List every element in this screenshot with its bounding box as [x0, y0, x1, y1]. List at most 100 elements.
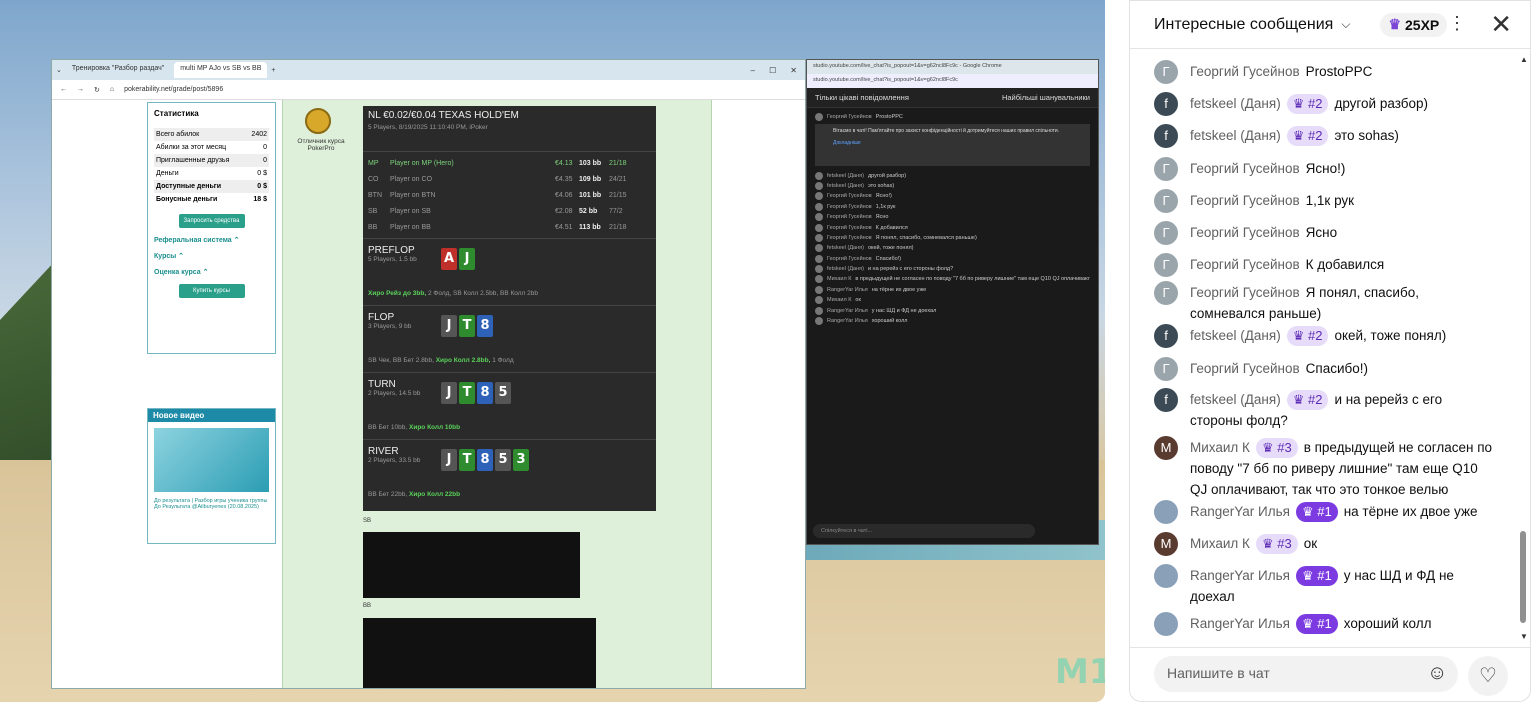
member-rank-badge: ♛ #1: [1295, 614, 1338, 634]
crown-icon: ♛: [1301, 616, 1318, 631]
author-name[interactable]: fetskeel (Даня): [1190, 392, 1281, 407]
author-name[interactable]: Георгий Гусейнов: [1190, 64, 1300, 79]
avatar[interactable]: f: [1154, 92, 1178, 116]
emoji-icon[interactable]: ☺: [1427, 662, 1447, 685]
action-text: BB Бет 10bb,: [368, 424, 409, 431]
stats-row: Деньги 0 $: [156, 170, 267, 177]
avatar[interactable]: M: [1154, 532, 1178, 556]
author-name[interactable]: Георгий Гусейнов: [1190, 361, 1300, 376]
url-field[interactable]: pokerability.net/grade/post/5896: [124, 86, 223, 93]
author-name[interactable]: Михаил К: [1190, 440, 1250, 455]
referral-link[interactable]: Реферальная система ⌃: [154, 236, 269, 244]
avatar[interactable]: M: [1154, 436, 1178, 460]
popout-notice: Вітаємо в чаті! Пам'ятайте про захист ко…: [815, 124, 1090, 167]
avatar[interactable]: Г: [1154, 60, 1178, 84]
message-body: Георгий Гусейнов 1,1к рук: [1190, 190, 1354, 213]
popout-text: хороший колл: [871, 318, 908, 325]
board-cards: AJ: [441, 248, 475, 270]
request-funds-button[interactable]: Запросить средства: [178, 214, 245, 228]
author-name[interactable]: fetskeel (Даня): [1190, 96, 1281, 111]
avatar[interactable]: Г: [1154, 157, 1178, 181]
author-name[interactable]: fetskeel (Даня): [1190, 128, 1281, 143]
avatar[interactable]: Г: [1154, 221, 1178, 245]
avatar[interactable]: f: [1154, 124, 1178, 148]
scroll-up-icon[interactable]: ▲: [1520, 55, 1528, 64]
popout-text: К добавился: [875, 224, 908, 231]
player-stack: €4.51: [555, 223, 573, 231]
popout-chat-input[interactable]: Спілкуйтеся в чаті...: [813, 524, 1035, 538]
author-name[interactable]: Георгий Гусейнов: [1190, 225, 1300, 240]
chat-input[interactable]: Напишите в чат: [1154, 656, 1458, 692]
avatar[interactable]: Г: [1154, 281, 1178, 305]
author-name[interactable]: Михаил К: [1190, 536, 1250, 551]
close-icon[interactable]: ✕: [1490, 9, 1512, 40]
forward-icon[interactable]: →: [77, 86, 84, 93]
chevron-down-icon[interactable]: ⌵: [1341, 17, 1350, 32]
player-ratio: 21/18: [609, 159, 627, 167]
author-name[interactable]: RangerYar Илья: [1190, 616, 1290, 631]
author-name[interactable]: Георгий Гусейнов: [1190, 161, 1300, 176]
stream-video[interactable]: ⌄ Тренировка "Разбор раздач" multi MP AJ…: [0, 0, 1105, 702]
popout-author: RangerYar Илья: [827, 286, 868, 293]
chat-message: Г Георгий Гусейнов Ясно!): [1154, 157, 1494, 181]
author-name[interactable]: Георгий Гусейнов: [1190, 193, 1300, 208]
badge-rank: #2: [1307, 128, 1323, 143]
player-ratio: 21/18: [609, 223, 627, 231]
scroll-down-icon[interactable]: ▼: [1520, 632, 1528, 641]
avatar[interactable]: f: [1154, 324, 1178, 348]
avatar[interactable]: [1154, 500, 1178, 524]
stats-row: Приглашенные друзья 0: [154, 154, 269, 167]
author-name[interactable]: Георгий Гусейнов: [1190, 285, 1300, 300]
video-thumbnail[interactable]: [154, 428, 269, 492]
message-body: Георгий Гусейнов Я понял, спасибо, сомнев…: [1190, 282, 1494, 324]
avatar: [815, 223, 823, 232]
buy-courses-button[interactable]: Купить курсы: [178, 284, 245, 298]
medal-icon: [305, 108, 331, 134]
board-cards: JT8: [441, 315, 493, 337]
browser-tab[interactable]: Тренировка "Разбор раздач": [66, 62, 170, 78]
author-name[interactable]: Георгий Гусейнов: [1190, 257, 1300, 272]
new-video-widget[interactable]: Новое видео До результата | Разбор игры …: [147, 408, 276, 544]
chevron-down-icon[interactable]: ⌄: [56, 66, 62, 74]
author-name[interactable]: RangerYar Илья: [1190, 504, 1290, 519]
player-row: CO Player on CO €4.35 109 bb 24/21: [363, 171, 656, 187]
home-icon[interactable]: ⌂: [110, 86, 114, 93]
avatar[interactable]: [1154, 612, 1178, 636]
close-icon[interactable]: ✕: [790, 66, 797, 75]
badge-rank: #3: [1277, 440, 1292, 455]
xp-badge[interactable]: ♛ 25XP: [1380, 12, 1448, 37]
courses-link[interactable]: Курсы ⌃: [154, 252, 269, 260]
popout-chat-header: Тільки цікаві повідомлення Найбільші шану…: [807, 88, 1098, 108]
avatar[interactable]: f: [1154, 388, 1178, 412]
minimize-icon[interactable]: –: [751, 66, 755, 75]
maximize-icon[interactable]: ☐: [769, 66, 776, 75]
heart-icon[interactable]: ♡: [1468, 656, 1508, 696]
reload-icon[interactable]: ↻: [94, 86, 100, 94]
popout-message: RangerYar Илья хороший колл: [815, 316, 1090, 326]
popout-message: Георгий Гусейнов Ясно: [815, 212, 1090, 222]
author-name[interactable]: RangerYar Илья: [1190, 568, 1290, 583]
chat-scrollbar[interactable]: ▲ ▼: [1520, 55, 1528, 641]
player-ratio: 24/21: [609, 175, 627, 183]
avatar[interactable]: Г: [1154, 253, 1178, 277]
avatar[interactable]: Г: [1154, 189, 1178, 213]
more-options-icon[interactable]: ⋮: [1448, 13, 1466, 34]
chat-messages-list[interactable]: Г Георгий Гусейнов ProstoPPC f fetskeel (Дан…: [1130, 51, 1522, 645]
stats-row: Абилки за этот месяц 0: [156, 144, 267, 151]
street-actions: SB Чек, BB Бет 2.8bb, Хиро Колл 2.8bb, 1…: [368, 357, 514, 364]
chat-message: M Михаил К ♛ #3 в предыдущей не согласен по…: [1154, 436, 1494, 500]
author-name[interactable]: fetskeel (Даня): [1190, 328, 1281, 343]
avatar[interactable]: [1154, 564, 1178, 588]
new-tab-icon[interactable]: +: [271, 67, 275, 74]
avatar[interactable]: Г: [1154, 357, 1178, 381]
course-rating-link[interactable]: Оценка курса ⌃: [154, 268, 269, 276]
browser-tab-active[interactable]: multi MP AJo vs SB vs BB: [174, 62, 268, 78]
message-body: Георгий Гусейнов Спасибо!): [1190, 358, 1368, 381]
back-icon[interactable]: ←: [60, 86, 67, 93]
chat-message: Г Георгий Гусейнов Я понял, спасибо, сомне…: [1154, 281, 1494, 324]
chat-mode-title[interactable]: Интересные сообщения: [1154, 16, 1333, 34]
avatar: [815, 265, 823, 274]
video-caption[interactable]: До результата | Разбор игры ученика груп…: [148, 498, 275, 510]
scrollbar-thumb[interactable]: [1520, 531, 1526, 623]
popout-message: Георгий Гусейнов Я понял, спасибо, сомнев…: [815, 233, 1090, 243]
